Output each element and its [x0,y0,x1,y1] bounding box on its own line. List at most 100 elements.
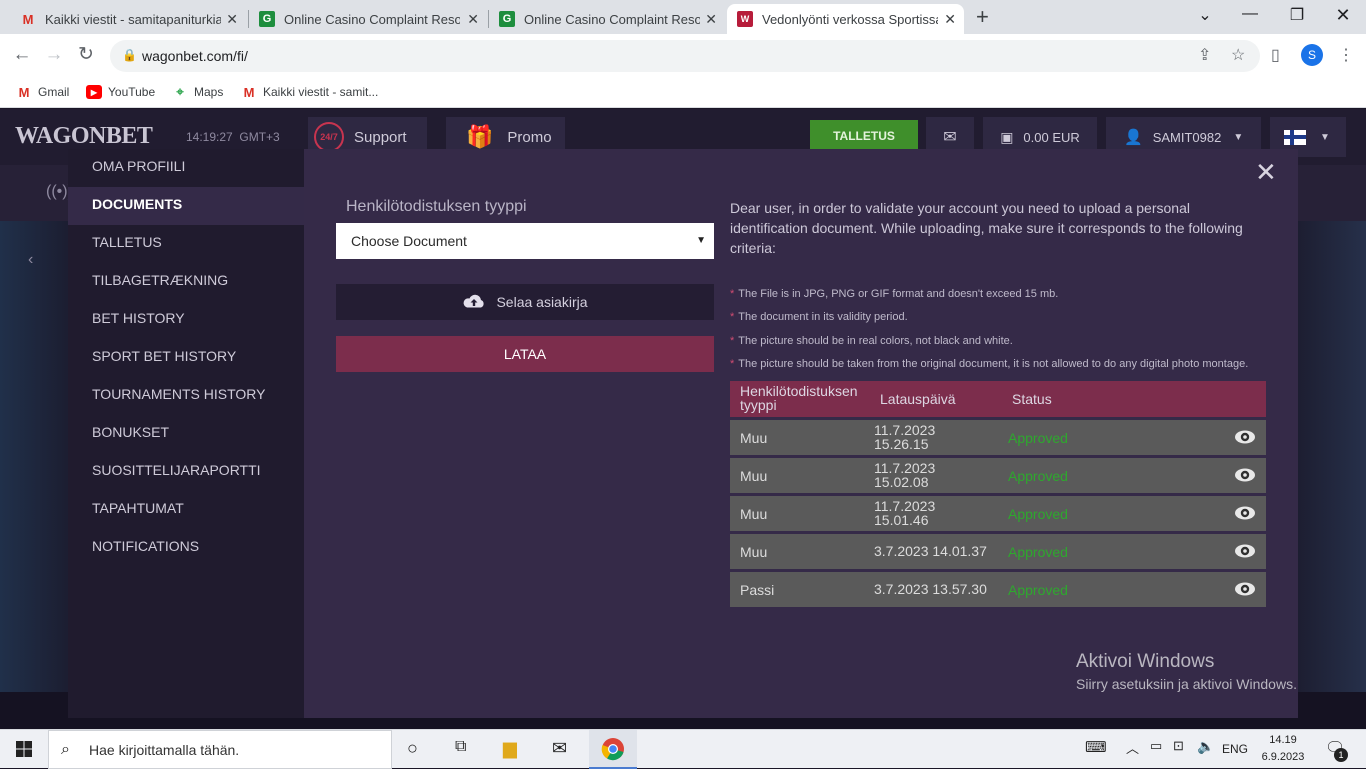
menu-item-documents[interactable]: DOCUMENTS [68,187,304,225]
file-explorer-icon[interactable]: ▆ [503,738,517,759]
wagonbet-icon: W [737,11,753,27]
bookmark-youtube[interactable]: ▶ YouTube [86,82,155,102]
lock-icon: 🔒 [122,48,137,62]
close-tab-icon[interactable]: ✕ [705,11,717,28]
battery-icon[interactable]: ▭ [1150,738,1162,754]
chrome-icon [601,738,624,761]
profile-avatar[interactable]: S [1301,44,1323,66]
taskbar-search-box[interactable]: ⌕ Hae kirjoittamalla tähän. [48,730,392,769]
eye-icon[interactable] [1234,505,1256,521]
row-type: Muu [740,430,768,446]
bookmark-gmail-2[interactable]: M Kaikki viestit - samit... [241,82,379,102]
account-sidebar: OMA PROFIILI DOCUMENTS TALLETUS TILBAGET… [68,149,304,718]
browser-tab[interactable]: G Online Casino Complaint Resolut ✕ [489,4,725,34]
task-view-icon[interactable]: ⧉ [455,738,466,756]
windows-start-icon[interactable] [16,741,32,757]
criteria-text: The picture should be taken from the ori… [738,358,1249,370]
address-bar[interactable]: 🔒 wagonbet.com/fi/ [110,40,1260,72]
table-row: Passi 3.7.2023 13.57.30 Approved [730,572,1266,607]
maps-icon: ⌖ [176,84,184,99]
volume-icon[interactable]: 🔈 [1197,738,1214,755]
close-tab-icon[interactable]: ✕ [467,11,479,28]
chrome-taskbar-button[interactable] [589,730,637,769]
menu-item-profile[interactable]: OMA PROFIILI [68,149,304,187]
forward-icon[interactable]: → [42,44,66,66]
minimize-icon[interactable]: — [1235,5,1265,23]
network-icon[interactable]: ⊡ [1173,738,1184,754]
close-tab-icon[interactable]: ✕ [944,11,956,28]
criteria-text: The picture should be in real colors, no… [738,335,1013,347]
close-window-icon[interactable]: ✕ [1328,5,1358,26]
menu-item-bonuses[interactable]: BONUKSET [68,415,304,453]
menu-item-withdrawal[interactable]: TILBAGETRÆKNING [68,263,304,301]
gmail-icon: M [18,84,30,100]
keyboard-icon[interactable]: ⌨ [1085,738,1107,756]
menu-item-notifications[interactable]: NOTIFICATIONS [68,529,304,567]
system-clock[interactable]: 14.19 6.9.2023 [1252,732,1314,766]
clock-timezone: GMT+3 [239,130,280,144]
bookmark-star-icon[interactable]: ☆ [1231,45,1245,65]
language-indicator[interactable]: ENG [1222,742,1248,756]
criteria-item: * The picture should be in real colors, n… [730,335,1013,347]
mail-icon[interactable]: ✉ [552,738,567,759]
chevron-left-icon[interactable]: ‹ [28,251,33,269]
browser-tab-active[interactable]: W Vedonlyönti verkossa Sportissa W ✕ [727,4,964,34]
row-date: 11.7.2023 15.01.46 [874,499,935,527]
page-content: WAGONBET 14:19:27 GMT+3 24/7 Support 🎁 P… [0,109,1366,729]
deposit-button[interactable]: TALLETUS [810,120,918,152]
row-date: 3.7.2023 13.57.30 [874,581,987,597]
back-icon[interactable]: ← [10,44,34,66]
tab-title: Kaikki viestit - samitapaniturkia@ [45,11,221,27]
header-upload-date: Latauspäivä [880,391,956,407]
bookmark-gmail[interactable]: M Gmail [16,82,70,102]
chevron-down-icon: ▼ [1233,131,1244,143]
menu-item-sport-bet-history[interactable]: SPORT BET HISTORY [68,339,304,377]
document-type-select[interactable]: Choose Document ▼ [336,223,714,259]
menu-kebab-icon[interactable]: ⋮ [1338,45,1354,65]
table-row: Muu 3.7.2023 14.01.37 Approved [730,534,1266,569]
menu-item-deposit[interactable]: TALLETUS [68,225,304,263]
clock-date: 6.9.2023 [1261,751,1305,763]
row-type: Muu [740,544,768,560]
cortana-icon[interactable]: ○ [407,738,418,759]
new-tab-button[interactable]: + [976,6,989,28]
finland-flag-icon [1284,129,1306,145]
site-logo[interactable]: WAGONBET [15,123,153,150]
share-icon[interactable]: ⇪ [1198,45,1211,65]
menu-item-bet-history[interactable]: BET HISTORY [68,301,304,339]
eye-icon[interactable] [1234,429,1256,445]
close-tab-icon[interactable]: ✕ [226,11,238,28]
eye-icon[interactable] [1234,543,1256,559]
restore-icon[interactable]: ❐ [1282,5,1312,25]
upload-button[interactable]: LATAA [336,336,714,372]
balance-label: 0.00 EUR [1023,129,1080,145]
row-type: Muu [740,506,768,522]
row-status: Approved [1008,506,1068,522]
menu-item-tournaments-history[interactable]: TOURNAMENTS HISTORY [68,377,304,415]
close-modal-icon[interactable]: ✕ [1255,159,1277,185]
eye-icon[interactable] [1234,467,1256,483]
menu-item-referral-report[interactable]: SUOSITTELIJARAPORTTI [68,453,304,491]
row-status: Approved [1008,582,1068,598]
tab-search-icon[interactable]: ⌄ [1190,5,1220,25]
criteria-bullet: * [730,288,735,300]
browse-document-button[interactable]: Selaa asiakirja [336,284,714,320]
row-date-time: 15.26.15 [874,436,929,452]
bookmark-label: Gmail [38,85,70,99]
bookmark-maps[interactable]: ⌖ Maps [172,82,223,102]
menu-item-events[interactable]: TAPAHTUMAT [68,491,304,529]
tab-title: Vedonlyönti verkossa Sportissa W [762,11,938,27]
browser-tab[interactable]: M Kaikki viestit - samitapaniturkia@ ✕ [10,4,246,34]
side-panel-icon[interactable]: ▯ [1271,45,1280,65]
browse-label: Selaa asiakirja [496,294,588,310]
chevron-up-icon[interactable]: ︿ [1126,738,1139,757]
table-row: Muu 11.7.2023 15.01.46 Approved [730,496,1266,531]
criteria-item: * The document in its validity period. [730,311,908,323]
eye-icon[interactable] [1234,581,1256,597]
row-date-time: 15.01.46 [874,512,929,528]
reload-icon[interactable]: ↻ [74,44,98,66]
account-modal: OMA PROFIILI DOCUMENTS TALLETUS TILBAGET… [68,149,1298,718]
header-document-type: Henkilötodistuksen tyyppi [740,383,858,413]
username-label: SAMIT0982 [1152,129,1222,145]
browser-tab[interactable]: G Online Casino Complaint Resolut ✕ [249,4,487,34]
